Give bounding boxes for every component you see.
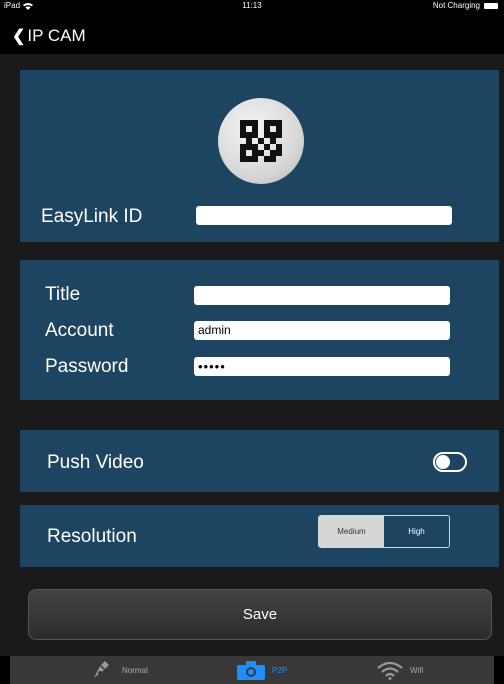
easylink-label: EasyLink ID bbox=[41, 206, 143, 227]
save-button[interactable]: Save bbox=[28, 589, 492, 640]
status-right: Not Charging bbox=[433, 1, 498, 10]
title-label: Title bbox=[45, 284, 81, 305]
easylink-id-field[interactable] bbox=[196, 206, 452, 225]
back-button[interactable]: ❮ IP CAM bbox=[12, 26, 86, 46]
clock: 11:13 bbox=[242, 1, 262, 10]
resolution-selector: Medium High bbox=[318, 515, 450, 548]
tab-label-wifi: Wifi bbox=[410, 665, 424, 675]
qr-code-icon bbox=[240, 120, 282, 162]
account-field[interactable] bbox=[194, 321, 450, 340]
nav-bar: ❮ IP CAM bbox=[0, 22, 504, 48]
resolution-option-medium[interactable]: Medium bbox=[319, 516, 384, 547]
title-field[interactable] bbox=[194, 286, 450, 305]
password-label: Password bbox=[45, 356, 129, 377]
charging-status: Not Charging bbox=[432, 1, 480, 10]
push-video-card: Push Video bbox=[20, 430, 499, 492]
account-label: Account bbox=[45, 320, 114, 341]
camera-icon bbox=[237, 661, 265, 680]
resolution-option-high[interactable]: High bbox=[384, 516, 449, 547]
tab-label-p2p: P2P bbox=[272, 665, 288, 675]
tab-wifi[interactable]: Wifi bbox=[376, 656, 423, 684]
chevron-left-icon: ❮ bbox=[12, 28, 26, 45]
toggle-knob bbox=[436, 455, 450, 469]
resolution-card: Resolution Medium High bbox=[20, 505, 499, 567]
settings-page: EasyLink ID Title Account Password •••••… bbox=[0, 54, 504, 656]
resolution-label: Resolution bbox=[47, 526, 137, 547]
camera-pen-icon bbox=[94, 661, 109, 678]
easylink-card: EasyLink ID bbox=[20, 70, 499, 242]
push-video-toggle[interactable] bbox=[433, 452, 467, 472]
push-video-label: Push Video bbox=[47, 452, 144, 473]
wifi-icon bbox=[377, 661, 403, 680]
qr-scan-button[interactable] bbox=[218, 98, 304, 184]
tab-bar: Normal P2P Wifi bbox=[10, 656, 494, 684]
battery-icon bbox=[484, 2, 498, 9]
screen: iPad 11:13 Not Charging ❮ IP CAM EasyLin… bbox=[0, 0, 504, 684]
tab-label-normal: Normal bbox=[122, 665, 148, 675]
password-field[interactable]: ••••• bbox=[194, 357, 450, 376]
back-label: IP CAM bbox=[27, 26, 86, 45]
tab-p2p[interactable]: P2P bbox=[236, 656, 287, 684]
tab-normal[interactable]: Normal bbox=[92, 656, 148, 684]
status-bar: iPad 11:13 Not Charging bbox=[0, 0, 504, 12]
camera-info-card: Title Account Password ••••• bbox=[20, 260, 499, 400]
